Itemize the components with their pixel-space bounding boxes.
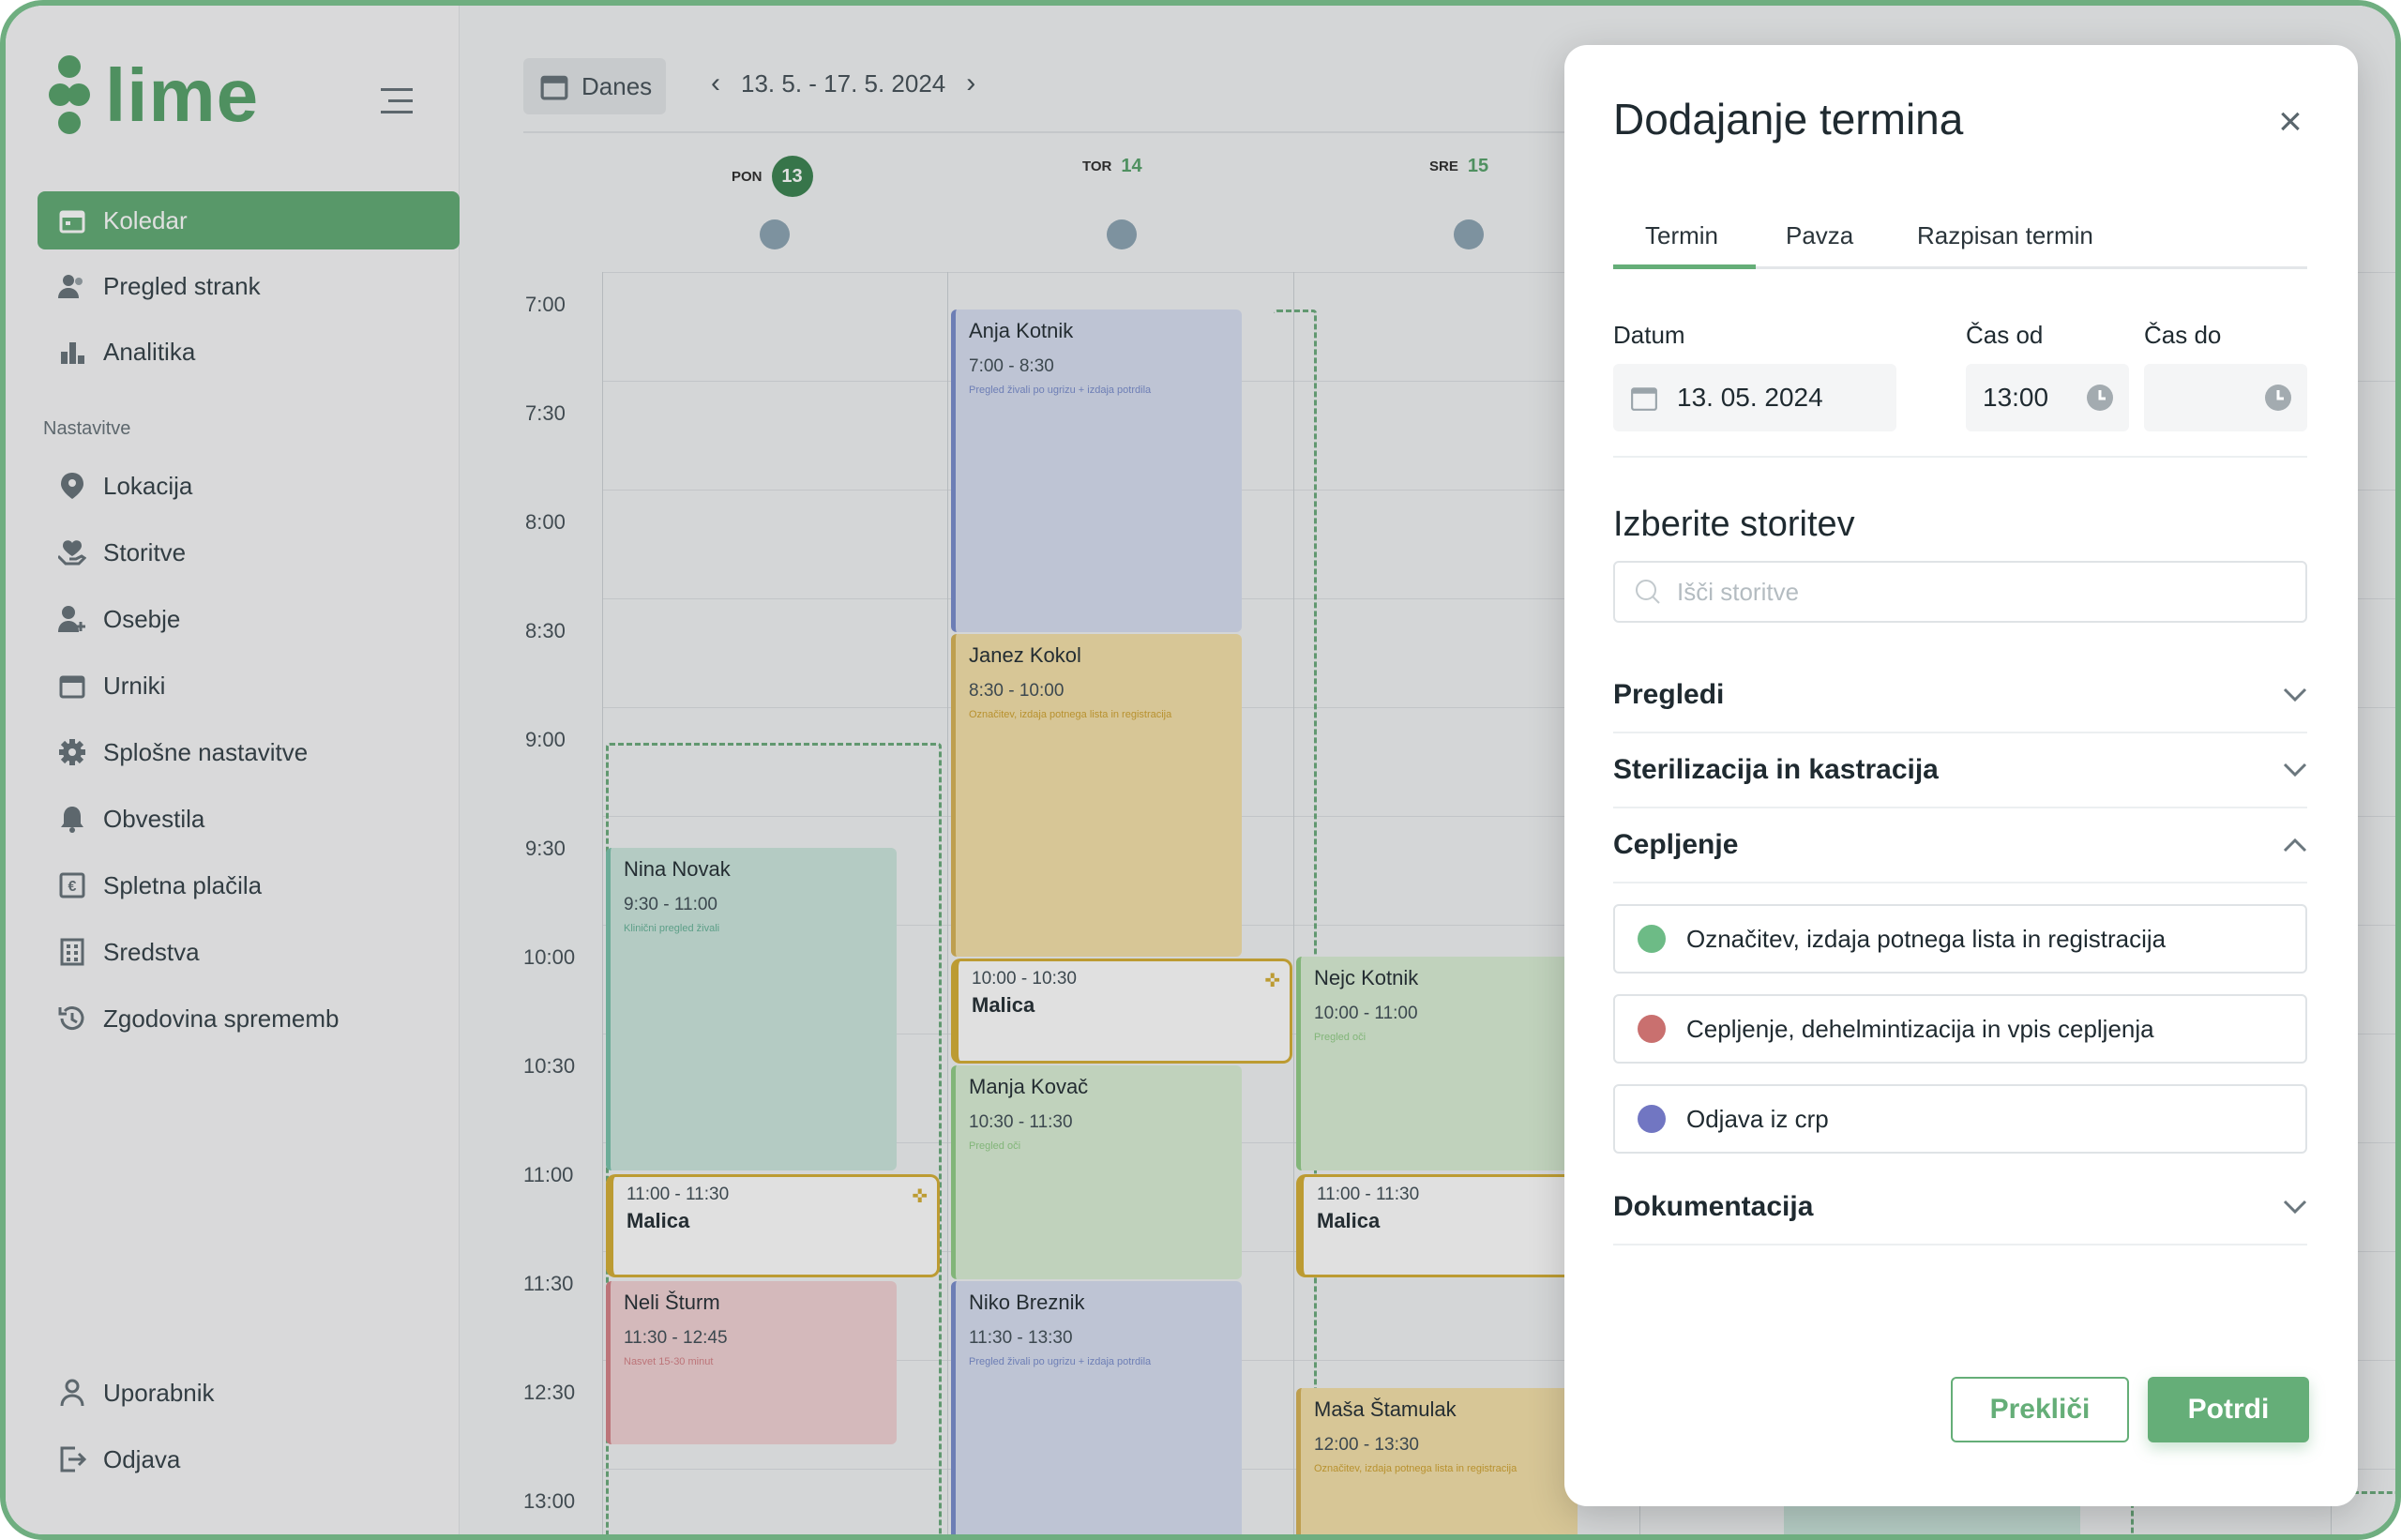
time-to-label: Čas do — [2144, 321, 2222, 349]
date-field[interactable]: 13. 05. 2024 — [1613, 364, 1896, 431]
chevron-down-icon — [2283, 1200, 2307, 1215]
clock-icon — [2087, 385, 2113, 411]
chevron-up-icon — [2283, 838, 2307, 853]
category-pregledi[interactable]: Pregledi — [1613, 658, 2307, 733]
category-cepljenje[interactable]: Cepljenje — [1613, 808, 2307, 883]
category-label: Dokumentacija — [1613, 1191, 1814, 1222]
close-icon[interactable]: × — [2272, 101, 2309, 143]
search-input[interactable] — [1677, 577, 2240, 607]
service-option[interactable]: Označitev, izdaja potnega lista in regis… — [1613, 904, 2307, 974]
service-color-dot — [1638, 1105, 1666, 1133]
clock-icon — [2265, 385, 2291, 411]
date-label: Datum — [1613, 321, 1685, 349]
chevron-down-icon — [2283, 687, 2307, 702]
service-label: Cepljenje, dehelmintizacija in vpis cepl… — [1686, 1014, 2154, 1043]
category-sterilizacija[interactable]: Sterilizacija in kastracija — [1613, 733, 2307, 808]
service-color-dot — [1638, 1015, 1666, 1043]
time-from-field[interactable]: 13:00 — [1966, 364, 2129, 431]
chevron-down-icon — [2283, 762, 2307, 778]
tab-active-indicator — [1613, 264, 1756, 269]
service-option[interactable]: Odjava iz crp — [1613, 1084, 2307, 1154]
tab-razpisan-termin[interactable]: Razpisan termin — [1917, 221, 2093, 250]
search-icon — [1636, 580, 1660, 604]
category-dokumentacija[interactable]: Dokumentacija — [1613, 1170, 2307, 1246]
service-label: Označitev, izdaja potnega lista in regis… — [1686, 924, 2167, 953]
time-to-field[interactable] — [2144, 364, 2307, 431]
category-label: Cepljenje — [1613, 829, 1739, 860]
service-label: Odjava iz crp — [1686, 1104, 1829, 1133]
add-appointment-modal: Dodajanje termina × Termin Pavza Razpisa… — [1564, 45, 2358, 1506]
modal-title: Dodajanje termina — [1613, 95, 1964, 143]
confirm-button[interactable]: Potrdi — [2148, 1377, 2309, 1442]
calendar-icon — [1631, 387, 1657, 411]
tab-pavza[interactable]: Pavza — [1786, 221, 1853, 250]
app-window: lime Koledar Pregled strank Analitika Na… — [0, 0, 2401, 1540]
category-label: Sterilizacija in kastracija — [1613, 754, 1939, 785]
tab-termin[interactable]: Termin — [1645, 221, 1718, 250]
service-search[interactable] — [1613, 561, 2307, 623]
service-option[interactable]: Cepljenje, dehelmintizacija in vpis cepl… — [1613, 994, 2307, 1064]
category-label: Pregledi — [1613, 679, 1725, 710]
services-title: Izberite storitev — [1613, 505, 1855, 544]
time-from-label: Čas od — [1966, 321, 2044, 349]
time-from-value: 13:00 — [1983, 383, 2049, 412]
cancel-button[interactable]: Prekliči — [1951, 1377, 2129, 1442]
service-color-dot — [1638, 925, 1666, 953]
section-divider — [1613, 456, 2307, 458]
date-value: 13. 05. 2024 — [1677, 383, 1823, 412]
